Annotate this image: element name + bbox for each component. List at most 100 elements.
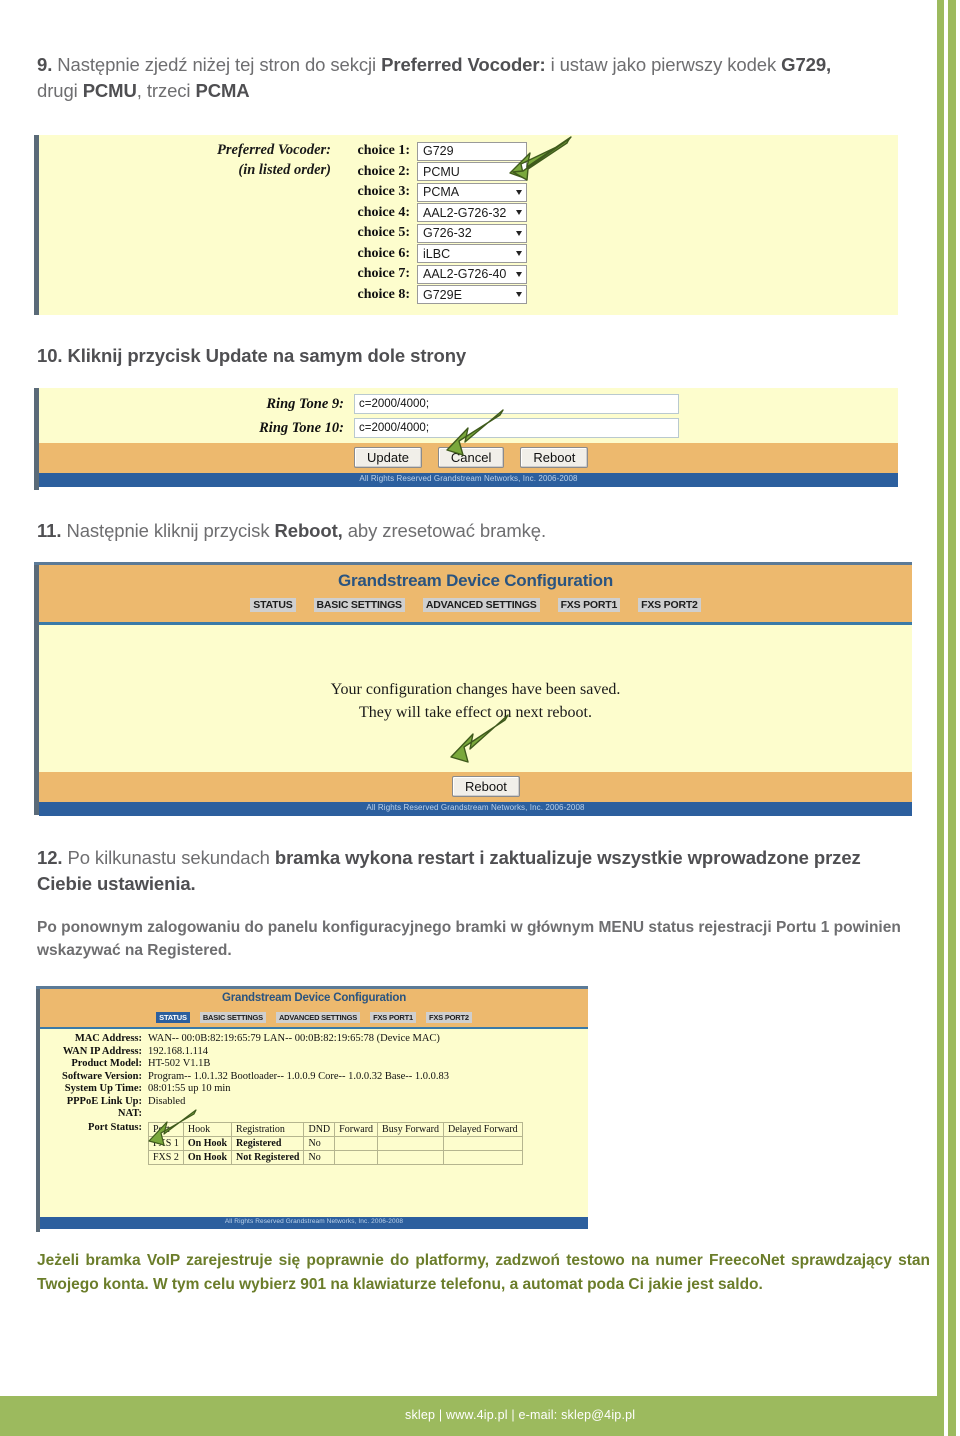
system-up-time-value: 08:01:55 up 10 min xyxy=(148,1083,231,1094)
ringtone-row: Ring Tone 9: c=2000/4000; xyxy=(39,392,679,416)
after-step-12-paragraph: Po ponownym zalogowaniu do panelu konfig… xyxy=(37,919,901,960)
vocoder-row: choice 6: iLBC xyxy=(335,244,527,265)
th-busy-forward: Busy Forward xyxy=(377,1122,444,1137)
nav-tab-fxs-port1[interactable]: FXS PORT1 xyxy=(370,1012,416,1023)
step-11-c: aby zresetować bramkę. xyxy=(342,520,547,541)
nav-tab-fxs-port1[interactable]: FXS PORT1 xyxy=(557,598,621,612)
th-dnd: DND xyxy=(303,1122,336,1137)
status-row: Software Version: Program-- 1.0.1.32 Boo… xyxy=(40,1071,588,1082)
vocoder-row: choice 1: G729 xyxy=(335,141,527,162)
ring-tone-10-label: Ring Tone 10: xyxy=(259,419,344,436)
button-group: Update Cancel Reboot xyxy=(354,447,589,468)
choice-6-select[interactable]: iLBC xyxy=(417,244,527,264)
nav-tab-status[interactable]: STATUS xyxy=(250,598,296,612)
choice-1-value: G729 xyxy=(423,144,454,159)
status-row: PPPoE Link Up: Disabled xyxy=(40,1096,588,1107)
choice-7-select[interactable]: AAL2-G726-40 xyxy=(417,264,527,284)
choice-4-select[interactable]: AAL2-G726-32 xyxy=(417,203,527,223)
final-paragraph: Jeżeli bramka VoIP zarejestruje się popr… xyxy=(37,1252,930,1294)
ring-tone-9-value: c=2000/4000; xyxy=(359,398,430,410)
panel-copyright-footer: All Rights Reserved Grandstream Networks… xyxy=(39,473,898,487)
th-hook: Hook xyxy=(182,1122,233,1137)
fxs2-delayed-forward xyxy=(442,1150,523,1165)
software-version-label: Software Version: xyxy=(61,1070,142,1082)
nat-label: NAT: xyxy=(117,1108,142,1119)
choice-7-value: AAL2-G726-40 xyxy=(423,267,507,282)
fxs2-busy-forward xyxy=(377,1150,444,1165)
step-9-line1-c: i ustaw jako pierwszy kodek xyxy=(545,54,782,75)
reboot-button[interactable]: Reboot xyxy=(520,447,589,468)
panel-title: Grandstream Device Configuration xyxy=(221,992,407,1004)
ring-tone-10-input[interactable]: c=2000/4000; xyxy=(354,418,679,438)
fxs1-registration: Registered xyxy=(231,1136,305,1151)
choice-1-select[interactable]: G729 xyxy=(417,141,527,161)
wan-ip-value: 192.168.1.114 xyxy=(148,1045,208,1057)
nav-tab-advanced-settings[interactable]: ADVANCED SETTINGS xyxy=(275,1012,361,1023)
nav-tab-basic-settings[interactable]: BASIC SETTINGS xyxy=(199,1012,266,1023)
status-row: MAC Address: WAN-- 00:0B:82:19:65:79 LAN… xyxy=(40,1033,588,1044)
choice-8-label: choice 8: xyxy=(357,286,410,302)
status-row: WAN IP Address: 192.168.1.114 xyxy=(40,1046,588,1057)
ringtone-panel-body: Ring Tone 9: c=2000/4000; Ring Tone 10: … xyxy=(39,388,898,443)
chevron-down-icon xyxy=(516,251,522,257)
fxs1-delayed-forward xyxy=(442,1136,523,1151)
nav-tab-fxs-port2[interactable]: FXS PORT2 xyxy=(638,598,701,612)
step-9-codec-pcma: PCMA xyxy=(195,80,250,102)
device-status-screenshot: Grandstream Device Configuration STATUS … xyxy=(36,986,588,1232)
choice-2-select[interactable]: PCMU xyxy=(417,162,527,182)
panel-nav: STATUS BASIC SETTINGS ADVANCED SETTINGS … xyxy=(39,598,912,612)
fxs2-registration: Not Registered xyxy=(231,1150,305,1165)
ring-tone-9-input[interactable]: c=2000/4000; xyxy=(354,394,679,414)
nav-tab-basic-settings[interactable]: BASIC SETTINGS xyxy=(313,598,405,612)
port-status-table-wrap: Port Hook Registration DND Forward Busy … xyxy=(148,1109,523,1165)
th-delayed-forward: Delayed Forward xyxy=(442,1122,523,1137)
choice-3-value: PCMA xyxy=(423,185,460,200)
choice-8-select[interactable]: G729E xyxy=(417,285,527,305)
product-model-label: Product Model: xyxy=(71,1058,142,1069)
step-9-text: 9. Następnie zjedź niżej tej stron do se… xyxy=(37,52,917,105)
step-11-text: 11. Następnie kliknij przycisk Reboot, a… xyxy=(37,518,917,544)
vocoder-row: choice 8: G729E xyxy=(335,285,527,306)
cancel-button[interactable]: Cancel xyxy=(437,447,505,468)
mac-address-value: WAN-- 00:0B:82:19:65:79 LAN-- 00:0B:82:1… xyxy=(148,1033,440,1044)
step-9-line2-c: , trzeci xyxy=(136,80,196,102)
step-9-codec-g729: G729, xyxy=(781,54,832,75)
fxs1-dnd: No xyxy=(303,1136,336,1151)
nav-tab-status[interactable]: STATUS xyxy=(156,1012,190,1023)
reboot-panel-header: Grandstream Device Configuration STATUS … xyxy=(39,565,912,622)
vocoder-row: choice 4: AAL2-G726-32 xyxy=(335,203,527,224)
reboot-button-bar: Reboot xyxy=(39,772,912,802)
choice-3-select[interactable]: PCMA xyxy=(417,182,527,202)
reboot-button[interactable]: Reboot xyxy=(452,776,520,797)
nav-tab-advanced-settings[interactable]: ADVANCED SETTINGS xyxy=(422,598,540,612)
th-registration: Registration xyxy=(231,1122,305,1137)
preferred-vocoder-label: Preferred Vocoder: xyxy=(217,142,331,158)
step-9-number: 9. xyxy=(37,54,53,75)
choice-7-label: choice 7: xyxy=(357,266,410,282)
fxs2-port: FXS 2 xyxy=(148,1150,184,1165)
step-10-number: 10. xyxy=(37,345,63,366)
ring-tone-9-label: Ring Tone 9: xyxy=(266,395,344,412)
nav-tab-fxs-port2[interactable]: FXS PORT2 xyxy=(425,1012,472,1023)
panel-title: Grandstream Device Configuration xyxy=(337,571,614,590)
step-9-codec-pcmu: PCMU xyxy=(82,80,137,102)
status-row: System Up Time: 08:01:55 up 10 min xyxy=(40,1083,588,1094)
vocoder-row: choice 3: PCMA xyxy=(335,182,527,203)
th-forward: Forward xyxy=(334,1122,379,1137)
right-green-strip-inner xyxy=(948,0,956,1436)
vocoder-row: choice 5: G726-32 xyxy=(335,223,527,244)
choice-5-value: G726-32 xyxy=(423,226,472,241)
step-11-reboot-word: Reboot, xyxy=(274,520,343,541)
choice-1-label: choice 1: xyxy=(357,143,410,159)
wan-ip-label: WAN IP Address: xyxy=(62,1045,142,1057)
fxs2-dnd: No xyxy=(303,1150,336,1165)
choice-6-value: iLBC xyxy=(423,246,451,261)
table-row: FXS 1 On Hook Registered No xyxy=(148,1136,523,1151)
status-panel-body: MAC Address: WAN-- 00:0B:82:19:65:79 LAN… xyxy=(40,1029,588,1217)
choice-5-select[interactable]: G726-32 xyxy=(417,223,527,243)
status-panel-header: Grandstream Device Configuration STATUS … xyxy=(40,989,588,1027)
document-page: 9. Następnie zjedź niżej tej stron do se… xyxy=(0,0,937,1436)
vocoder-rows: choice 1: G729 choice 2: PCMU choice 3: xyxy=(335,141,527,305)
update-button[interactable]: Update xyxy=(354,447,422,468)
chevron-down-icon xyxy=(516,230,522,236)
